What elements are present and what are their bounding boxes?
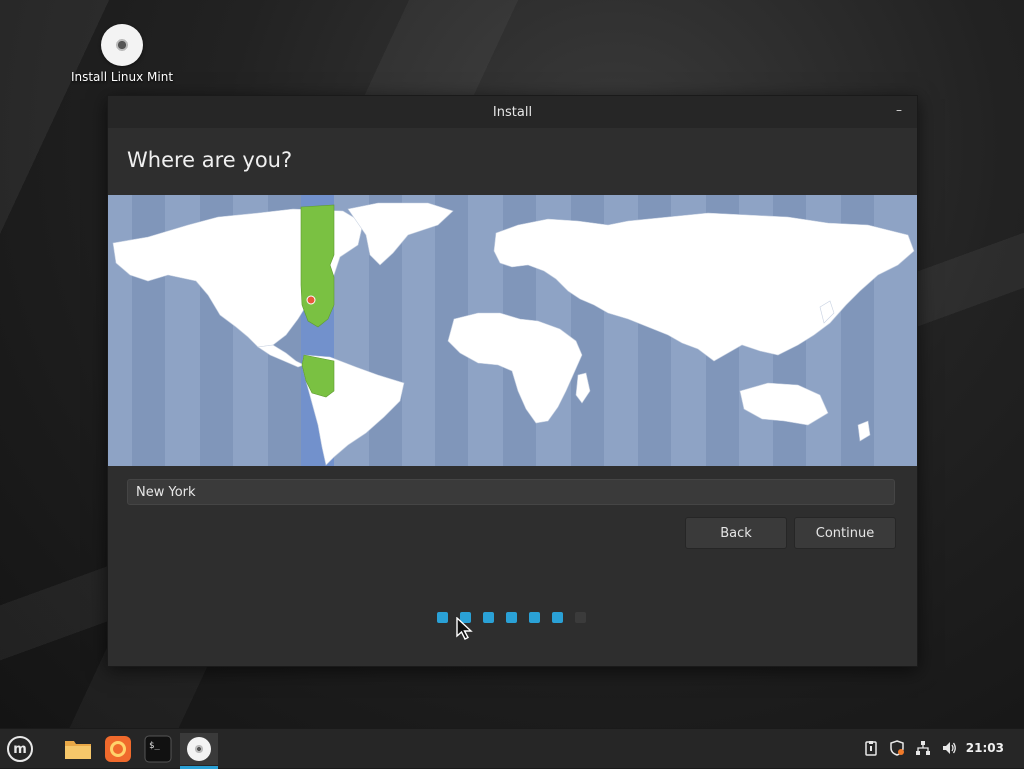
clock[interactable]: 21:03 — [966, 741, 1004, 755]
install-linux-mint-desktop-icon[interactable]: Install Linux Mint — [66, 24, 178, 84]
terminal-launcher[interactable]: $_ — [142, 733, 174, 765]
timezone-input[interactable] — [127, 479, 895, 505]
timezone-map[interactable] — [108, 195, 917, 466]
firefox-launcher[interactable] — [102, 733, 134, 765]
page-title: Where are you? — [108, 128, 917, 195]
progress-step-pending — [575, 612, 586, 623]
files-launcher[interactable] — [62, 733, 94, 765]
installer-taskbar-button[interactable] — [180, 733, 218, 769]
mint-menu-icon: m — [7, 736, 33, 762]
terminal-icon: $_ — [144, 735, 172, 763]
progress-step-done — [506, 612, 517, 623]
continue-button[interactable]: Continue — [794, 517, 896, 549]
installer-window: Install – Where are you? New York Back C… — [107, 95, 918, 667]
clipboard-icon[interactable] — [862, 739, 880, 757]
selected-city-marker — [306, 295, 316, 305]
desktop-icon-label: Install Linux Mint — [70, 70, 174, 84]
disc-icon — [101, 24, 143, 66]
progress-step-done — [529, 612, 540, 623]
volume-icon[interactable] — [940, 739, 958, 757]
shield-icon[interactable] — [888, 739, 906, 757]
mouse-pointer-icon — [456, 617, 473, 640]
back-button[interactable]: Back — [685, 517, 787, 549]
progress-step-done — [437, 612, 448, 623]
mint-menu-button[interactable]: m — [4, 733, 36, 765]
window-titlebar[interactable]: Install – — [108, 96, 917, 128]
network-icon[interactable] — [914, 739, 932, 757]
firefox-icon — [105, 736, 131, 762]
taskbar: m $_ 21:03 — [0, 728, 1024, 769]
disc-icon — [187, 737, 211, 761]
system-tray — [862, 739, 958, 757]
window-title: Install — [492, 104, 533, 120]
progress-step-done — [552, 612, 563, 623]
svg-text:$_: $_ — [149, 741, 160, 751]
minimize-button[interactable]: – — [891, 102, 907, 118]
progress-step-done — [483, 612, 494, 623]
folder-icon — [65, 741, 91, 759]
